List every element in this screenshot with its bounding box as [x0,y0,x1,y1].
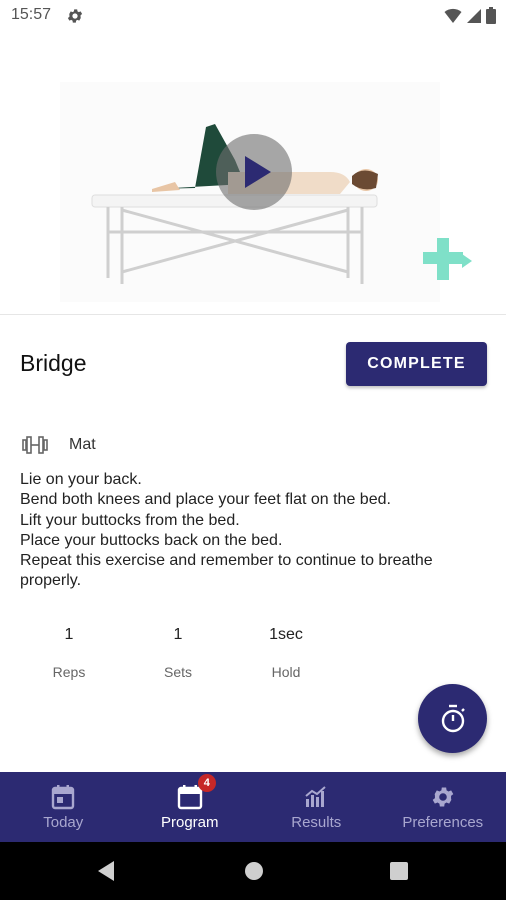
exercise-video[interactable] [0,32,506,315]
gear-icon [66,7,84,25]
nav-label: Program [161,814,219,831]
status-time: 15:57 [11,6,51,24]
bar-chart-icon [303,784,329,810]
nav-item-program[interactable]: 4 Program [127,772,254,842]
calendar-today-icon [51,784,75,810]
instruction-line: Lie on your back. [20,470,490,490]
timer-fab-button[interactable] [418,684,487,753]
nav-label: Results [291,814,341,831]
instruction-line: Place your buttocks back on the bed. [20,531,490,551]
stat-sets: 1 Sets [148,626,208,680]
stat-reps: 1 Reps [39,626,99,680]
dumbbell-icon [22,434,48,456]
battery-icon [486,7,496,24]
exercise-instructions: Lie on your back. Bend both knees and pl… [20,470,490,592]
status-icons [444,7,496,24]
signal-icon [466,8,482,24]
nav-label: Today [43,814,83,831]
instruction-line: properly. [20,571,490,591]
complete-button[interactable]: COMPLETE [346,342,487,386]
recents-icon[interactable] [390,862,408,880]
hold-label: Hold [256,664,316,680]
home-icon[interactable] [245,862,263,880]
play-icon [216,134,292,210]
reps-value: 1 [39,626,99,644]
exercise-title: Bridge [20,350,86,377]
play-button[interactable] [216,134,292,210]
bottom-navigation: Today 4 Program Results Preferences [0,772,506,842]
wifi-icon [444,8,462,24]
reps-label: Reps [39,664,99,680]
instruction-line: Lift your buttocks from the bed. [20,511,490,531]
hold-value: 1sec [256,626,316,644]
nav-item-preferences[interactable]: Preferences [380,772,506,842]
instruction-line: Bend both knees and place your feet flat… [20,490,490,510]
equipment-row [22,434,48,456]
stat-hold: 1sec Hold [256,626,316,680]
stopwatch-icon [439,704,467,734]
status-bar: 15:57 [0,0,506,32]
nav-label: Preferences [402,814,483,831]
gear-icon [430,784,456,810]
nav-item-results[interactable]: Results [253,772,380,842]
equipment-label: Mat [69,436,96,454]
sets-value: 1 [148,626,208,644]
program-badge: 4 [198,774,216,792]
nav-item-today[interactable]: Today [0,772,127,842]
back-icon[interactable] [98,861,114,881]
instruction-line: Repeat this exercise and remember to con… [20,551,490,571]
sets-label: Sets [148,664,208,680]
system-navigation-bar [0,842,506,900]
